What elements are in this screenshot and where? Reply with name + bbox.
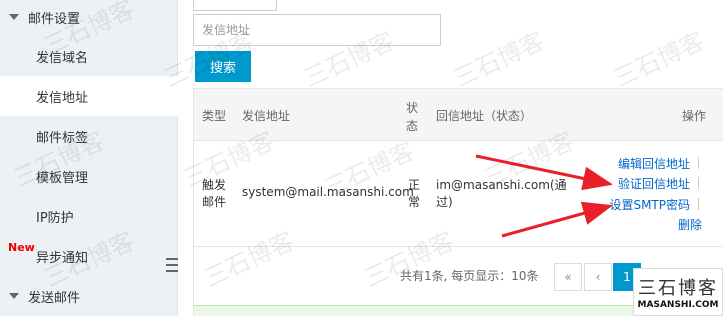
sidebar-group-mail-settings[interactable]: 邮件设置 [0,0,178,34]
cell-reply: im@masanshi.com(通过) [436,178,567,209]
cell-type: 触发邮件 [202,178,227,209]
table-header: 类型 发信地址 状态 回信地址（状态） 操作 [194,89,723,141]
sidebar-item-label: 异步通知 [36,250,89,266]
logo-domain: MASANSHI.COM [637,300,719,310]
caret-down-icon [0,293,28,299]
cell-status: 正常 [408,178,421,209]
sidebar-item-label: 模板管理 [36,170,89,186]
app-root: 邮件设置 发信域名 发信地址 邮件标签 模板管理 IP防护 异步通知 New 发… [0,0,723,316]
sidebar-item-templates[interactable]: 模板管理 [0,156,178,196]
sidebar-item-sender-address[interactable]: 发信地址 [0,76,178,116]
sidebar-group-label: 发送邮件 [28,290,81,306]
sidebar-item-ip-protection[interactable]: IP防护 [0,196,178,236]
pagination-summary: 共有1条, 每页显示：10条 [400,269,539,283]
sidebar-item-label: IP防护 [36,210,74,226]
search-input[interactable] [202,23,432,37]
pagination-prev-button[interactable]: ‹ [584,263,612,291]
sidebar-item-sender-domain[interactable]: 发信域名 [0,36,178,76]
action-separator [698,177,699,189]
sidebar: 邮件设置 发信域名 发信地址 邮件标签 模板管理 IP防护 异步通知 New 发… [0,0,178,316]
edit-reply-address-link[interactable]: 编辑回信地址 [618,155,690,172]
caret-down-icon [0,14,28,20]
top-select-box[interactable] [193,0,277,11]
search-button[interactable]: 搜索 [195,51,251,82]
column-header-type: 类型 [202,108,227,123]
set-smtp-password-link[interactable]: 设置SMTP密码 [609,196,690,213]
verify-reply-address-link[interactable]: 验证回信地址 [618,175,690,192]
sender-address-search-field[interactable] [193,14,441,46]
sidebar-item-label: 发信地址 [36,90,89,106]
column-header-status: 状态 [406,101,419,133]
pagination-first-button[interactable]: « [554,263,582,291]
sidebar-item-label: 邮件标签 [36,130,89,146]
column-header-actions: 操作 [682,108,707,123]
sidebar-group-send-mail[interactable]: 发送邮件 [0,279,178,313]
new-badge: New [8,241,35,254]
delete-link[interactable]: 删除 [678,216,702,233]
sidebar-item-label: 发信域名 [36,50,89,66]
logo-title: 三石博客 [638,278,718,299]
column-header-reply: 回信地址（状态） [436,108,533,123]
sidebar-group-label: 邮件设置 [28,11,81,27]
sidebar-item-mail-tags[interactable]: 邮件标签 [0,116,178,156]
site-logo: 三石博客 MASANSHI.COM [633,268,723,316]
column-header-sender: 发信地址 [242,108,291,123]
action-separator [698,157,699,169]
table-row: 触发邮件 system@mail.masanshi.com 正常 im@masa… [194,141,723,247]
cell-sender: system@mail.masanshi.com [242,185,414,199]
action-separator [698,198,699,210]
